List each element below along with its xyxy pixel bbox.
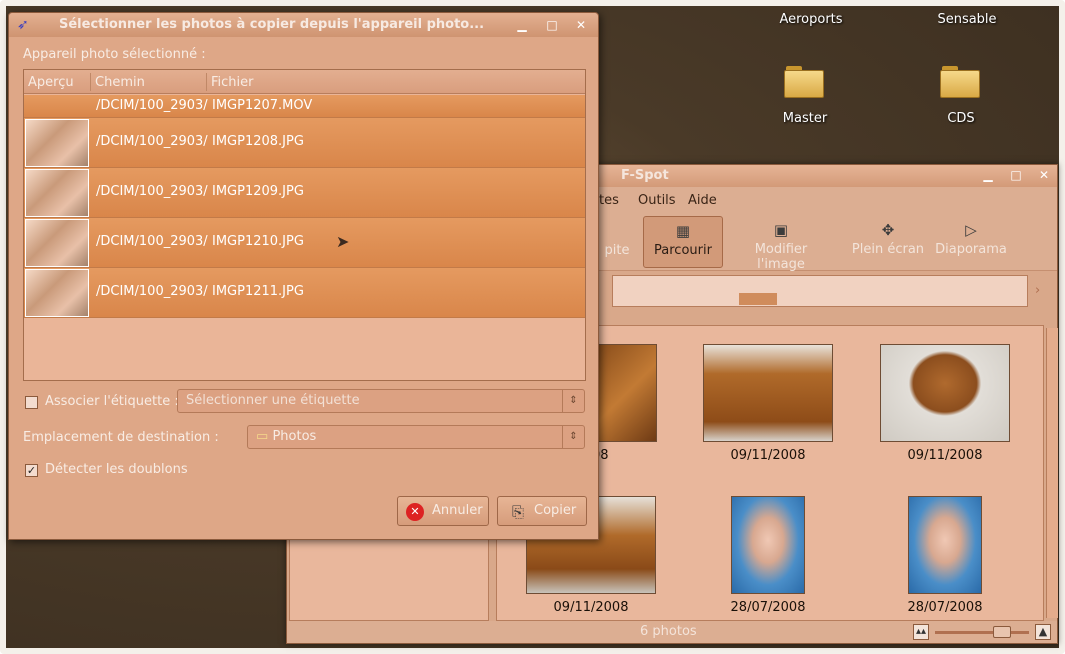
chevron-updown-icon: ⇕: [562, 426, 584, 448]
destination-label: Emplacement de destination :: [23, 430, 219, 445]
copy-label: Copier: [534, 503, 577, 518]
folder-icon[interactable]: [940, 66, 980, 98]
minimize-icon[interactable]: ▁: [981, 168, 995, 182]
list-item[interactable]: /DCIM/100_2903/ IMGP1209.JPG: [24, 168, 585, 218]
row-file: IMGP1208.JPG: [212, 134, 304, 149]
photo-date: 09/11/2008: [730, 448, 806, 463]
copy-button[interactable]: ⎘ Copier: [497, 496, 587, 526]
fspot-statusbar: 6 photos ▴▴ ▲: [287, 621, 1057, 643]
row-path: /DCIM/100_2903/: [96, 234, 208, 249]
list-item[interactable]: /DCIM/100_2903/ IMGP1208.JPG: [24, 118, 585, 168]
menu-item-tes[interactable]: tes: [599, 193, 619, 208]
chevron-updown-icon: ⇕: [562, 390, 584, 412]
duplicates-label: Détecter les doublons: [45, 462, 188, 477]
photo-date: 09/11/2008: [907, 448, 983, 463]
grid-icon: ▦: [675, 222, 691, 240]
list-item[interactable]: /DCIM/100_2903/ IMGP1207.MOV: [24, 95, 585, 118]
photo-thumbnail[interactable]: [908, 496, 982, 594]
play-icon: ▷: [965, 221, 977, 239]
destination-select[interactable]: ▭ Photos ⇕: [247, 425, 585, 449]
dialog-titlebar: ➶ Sélectionner les photos à copier depui…: [9, 13, 598, 37]
cancel-icon: ✕: [406, 503, 424, 521]
maximize-icon[interactable]: □: [545, 18, 559, 32]
menu-item-outils[interactable]: Outils: [638, 193, 676, 208]
row-file: IMGP1207.MOV: [212, 98, 313, 113]
photo-thumbnail[interactable]: [703, 344, 833, 442]
close-icon[interactable]: ✕: [1037, 168, 1051, 182]
minimize-icon[interactable]: ▁: [515, 18, 529, 32]
toolbar-button-plein-ecran[interactable]: ✥ Plein écran: [851, 216, 925, 268]
dialog-title: Sélectionner les photos à copier depuis …: [59, 17, 485, 32]
tag-select-placeholder: Sélectionner une étiquette: [186, 393, 360, 408]
photo-thumbnail[interactable]: [731, 496, 805, 594]
row-path: /DCIM/100_2903/: [96, 98, 208, 113]
photo-thumbnail[interactable]: [597, 344, 657, 442]
toolbar-button-diaporama[interactable]: ▷ Diaporama: [933, 216, 1009, 268]
maximize-icon[interactable]: □: [1009, 168, 1023, 182]
desktop-label-aeroports[interactable]: Aeroports: [761, 12, 861, 27]
row-file: IMGP1210.JPG: [212, 234, 304, 249]
destination-value: Photos: [272, 429, 317, 444]
image-edit-icon: ▣: [773, 221, 789, 239]
photo-date: 28/07/2008: [907, 600, 983, 615]
zoom-slider[interactable]: [935, 631, 1029, 634]
toolbar-button-modifier[interactable]: ▣ Modifier l'image: [729, 216, 833, 272]
list-header: Aperçu Chemin Fichier: [24, 70, 585, 94]
chevron-right-icon[interactable]: ›: [1035, 283, 1040, 298]
zoom-out-icon[interactable]: ▴▴: [913, 624, 929, 640]
duplicates-checkbox[interactable]: ✓: [25, 464, 38, 477]
fspot-title: F-Spot: [621, 168, 669, 183]
import-dialog: ➶ Sélectionner les photos à copier depui…: [8, 12, 599, 540]
desktop-label-cds[interactable]: CDS: [911, 111, 1011, 126]
photo-count: 6 photos: [640, 624, 697, 639]
mouse-cursor-icon: ➤: [336, 232, 350, 251]
tag-select[interactable]: Sélectionner une étiquette ⇕: [177, 389, 585, 413]
column-header-chemin[interactable]: Chemin: [95, 75, 145, 90]
tag-label: Associer l'étiquette :: [45, 394, 179, 409]
photo-thumbnail[interactable]: [880, 344, 1010, 442]
column-header-fichier[interactable]: Fichier: [211, 75, 254, 90]
photo-preview: [25, 169, 89, 217]
column-header-apercu[interactable]: Aperçu: [28, 75, 74, 90]
list-item[interactable]: /DCIM/100_2903/ IMGP1210.JPG ➤: [24, 218, 585, 268]
folder-icon: ▭: [256, 429, 269, 444]
desktop-label-sensable[interactable]: Sensable: [917, 12, 1017, 27]
desktop-label-master[interactable]: Master: [755, 111, 855, 126]
photo-preview: [25, 219, 89, 267]
folder-icon[interactable]: [784, 66, 824, 98]
toolbar-button-pite[interactable]: pite: [599, 243, 635, 258]
row-path: /DCIM/100_2903/: [96, 284, 208, 299]
timeline-slider[interactable]: [612, 275, 1028, 307]
camera-label: Appareil photo sélectionné :: [23, 47, 206, 62]
tag-checkbox[interactable]: [25, 396, 38, 409]
row-file: IMGP1211.JPG: [212, 284, 304, 299]
menu-item-aide[interactable]: Aide: [688, 193, 717, 208]
cancel-label: Annuler: [432, 503, 483, 518]
scrollbar[interactable]: [1046, 328, 1058, 618]
photo-date: 09/11/2008: [553, 600, 629, 615]
zoom-slider-handle[interactable]: [993, 626, 1011, 638]
photo-preview: [25, 119, 89, 167]
toolbar-button-parcourir[interactable]: ▦ Parcourir: [643, 216, 723, 268]
row-path: /DCIM/100_2903/: [96, 134, 208, 149]
app-logo-icon: ➶: [17, 17, 29, 33]
row-path: /DCIM/100_2903/: [96, 184, 208, 199]
photo-list: Aperçu Chemin Fichier /DCIM/100_2903/ IM…: [23, 69, 586, 381]
row-file: IMGP1209.JPG: [212, 184, 304, 199]
photo-date: 28/07/2008: [730, 600, 806, 615]
zoom-in-icon[interactable]: ▲: [1035, 624, 1051, 640]
timeline-marker[interactable]: [739, 293, 777, 305]
list-item[interactable]: /DCIM/100_2903/ IMGP1211.JPG: [24, 268, 585, 318]
close-icon[interactable]: ✕: [574, 18, 588, 32]
cancel-button[interactable]: ✕ Annuler: [397, 496, 489, 526]
copy-icon: ⎘: [512, 503, 525, 521]
photo-preview: [25, 269, 89, 317]
fullscreen-icon: ✥: [881, 221, 895, 239]
